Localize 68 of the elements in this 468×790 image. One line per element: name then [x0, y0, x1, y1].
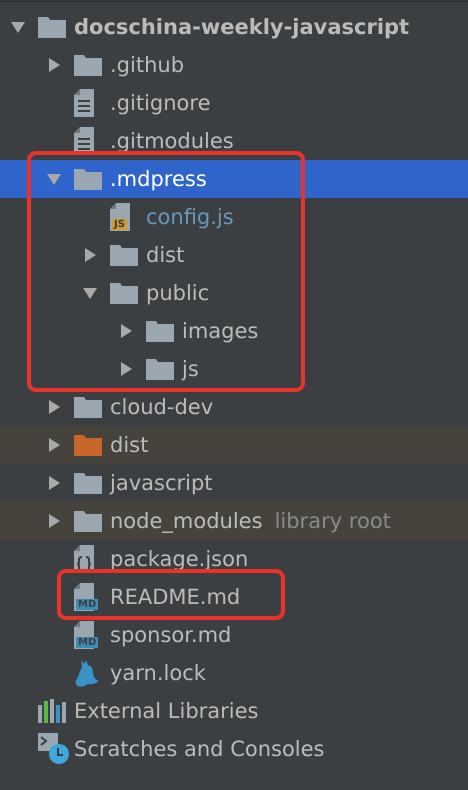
tree-row[interactable]: MD sponsor.md — [0, 616, 468, 654]
tree-item-label[interactable]: images — [182, 319, 258, 343]
tree-row[interactable]: docschina-weekly-javascript — [0, 8, 468, 46]
tree-row[interactable]: images — [0, 312, 468, 350]
tree-row[interactable]: javascript — [0, 464, 468, 502]
folder-icon — [38, 16, 66, 38]
tree-row[interactable]: dist — [0, 236, 468, 274]
tinted-tree-row[interactable]: dist — [0, 426, 468, 464]
folder-icon — [110, 282, 138, 304]
tree-row[interactable]: yarn.lock — [0, 654, 468, 692]
tree-item-label[interactable]: dist — [146, 243, 184, 267]
tree-item-label[interactable]: javascript — [110, 471, 213, 495]
folder-icon — [74, 472, 102, 494]
tree-item-label[interactable]: yarn.lock — [110, 661, 206, 685]
expand-arrow-icon[interactable] — [46, 57, 62, 73]
tree-item-label[interactable]: cloud-dev — [110, 395, 214, 419]
bar-chart-icon — [38, 699, 66, 723]
collapse-arrow-icon[interactable] — [82, 285, 98, 301]
tree-row[interactable]: JS config.js — [0, 198, 468, 236]
tree-item-label[interactable]: .mdpress — [110, 167, 207, 191]
folder-icon — [74, 510, 102, 532]
tree-row[interactable]: MD README.md — [0, 578, 468, 616]
tree-item-label[interactable]: External Libraries — [74, 699, 258, 723]
library-root-note: library root — [274, 509, 391, 533]
tree-item-label[interactable]: README.md — [110, 585, 240, 609]
folder-icon — [110, 244, 138, 266]
tree-item-label[interactable]: package.json — [110, 547, 248, 571]
tree-row[interactable]: .gitmodules — [0, 122, 468, 160]
file-type-badge: JS — [112, 219, 127, 230]
folder-icon — [74, 396, 102, 418]
tree-row[interactable]: .gitignore — [0, 84, 468, 122]
expand-arrow-icon[interactable] — [46, 437, 62, 453]
folder-icon — [146, 358, 174, 380]
tree-item-label[interactable]: docschina-weekly-javascript — [74, 15, 410, 39]
tree-row[interactable]: public — [0, 274, 468, 312]
tree-item-label[interactable]: .github — [110, 53, 184, 77]
expand-arrow-icon[interactable] — [118, 361, 134, 377]
folder-icon — [74, 54, 102, 76]
file-icon — [74, 89, 94, 117]
tree-row[interactable]: package.json — [0, 540, 468, 578]
expand-arrow-icon[interactable] — [82, 247, 98, 263]
collapse-arrow-icon[interactable] — [10, 19, 26, 35]
expand-arrow-icon[interactable] — [118, 323, 134, 339]
tree-item-label[interactable]: node_modules — [110, 509, 263, 533]
expand-arrow-icon[interactable] — [46, 399, 62, 415]
folder-icon — [74, 168, 102, 190]
selected-tree-row[interactable]: .mdpress — [0, 160, 468, 198]
console-clock-icon — [38, 733, 70, 765]
tree-row[interactable]: cloud-dev — [0, 388, 468, 426]
tree-item-label[interactable]: dist — [110, 433, 148, 457]
expand-arrow-icon[interactable] — [46, 513, 62, 529]
tree-item-label[interactable]: public — [146, 281, 210, 305]
tree-item-label[interactable]: sponsor.md — [110, 623, 232, 647]
tinted-tree-row[interactable]: node_modules library root — [0, 502, 468, 540]
tree-item-label[interactable]: Scratches and Consoles — [74, 737, 324, 761]
tree-item-label[interactable]: .gitmodules — [110, 129, 234, 153]
tree-item-label[interactable]: config.js — [146, 205, 234, 229]
file-type-badge: MD — [76, 599, 98, 610]
tree-row[interactable]: External Libraries — [0, 692, 468, 730]
cat-icon — [74, 658, 100, 688]
file-type-badge: MD — [76, 637, 98, 648]
folder-icon — [146, 320, 174, 342]
tree-item-label[interactable]: .gitignore — [110, 91, 210, 115]
tree-row[interactable]: .github — [0, 46, 468, 84]
expand-arrow-icon[interactable] — [46, 475, 62, 491]
tree-row[interactable]: Scratches and Consoles — [0, 730, 468, 768]
tree-item-label[interactable]: js — [182, 357, 199, 381]
tree-row[interactable]: js — [0, 350, 468, 388]
